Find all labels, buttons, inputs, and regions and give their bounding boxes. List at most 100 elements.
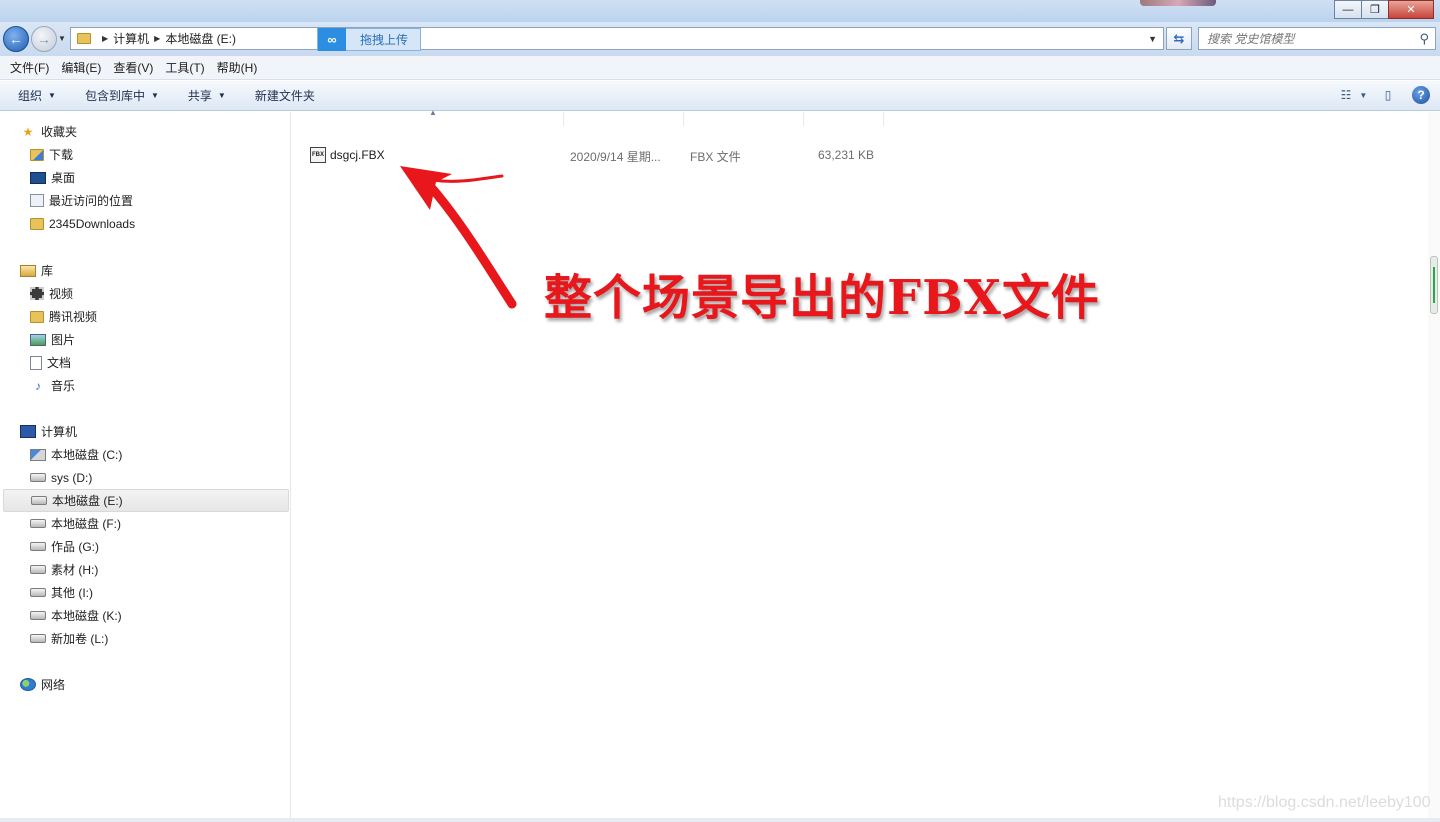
- column-divider[interactable]: [883, 112, 884, 126]
- annotation-text: 整个场景导出的FBX文件: [544, 270, 1100, 326]
- drive-icon: [30, 634, 46, 643]
- folder-icon: [30, 217, 44, 230]
- column-divider[interactable]: [803, 112, 804, 126]
- nav-item-label: 文档: [47, 356, 72, 370]
- menu-view[interactable]: 查看(V): [107, 59, 159, 76]
- column-divider[interactable]: [683, 112, 684, 126]
- nav-item-desktop[interactable]: 桌面: [0, 166, 291, 189]
- nav-item-drive-k[interactable]: 本地磁盘 (K:): [0, 604, 291, 627]
- address-bar[interactable]: ▶ 计算机 ▶ 本地磁盘 (E:) ∞ 拖拽上传 ▼: [70, 27, 1164, 51]
- nav-item-music[interactable]: ♪ 音乐: [0, 374, 291, 397]
- drive-icon: [30, 588, 46, 597]
- organize-button[interactable]: 组织 ▼: [0, 87, 67, 104]
- downloads-folder-icon: [30, 148, 44, 161]
- address-history-dropdown[interactable]: ▼: [1148, 34, 1157, 44]
- chevron-down-icon: ▼: [1359, 90, 1368, 100]
- nav-item-drive-f[interactable]: 本地磁盘 (F:): [0, 512, 291, 535]
- network-icon: [20, 678, 36, 691]
- address-row: ← → ▼ ▶ 计算机 ▶ 本地磁盘 (E:) ∞ 拖拽上传 ▼ ⇆ ⚲: [0, 22, 1440, 56]
- menu-file[interactable]: 文件(F): [4, 59, 55, 76]
- breadcrumb-chevron-icon[interactable]: ▶: [102, 34, 108, 43]
- nav-computer[interactable]: 计算机: [0, 420, 291, 443]
- chevron-down-icon: ▼: [48, 91, 56, 100]
- menu-tools[interactable]: 工具(T): [159, 59, 210, 76]
- drive-icon: [31, 496, 47, 505]
- share-button[interactable]: 共享 ▼: [170, 87, 237, 104]
- nav-item-downloads[interactable]: 下载: [0, 143, 291, 166]
- search-icon[interactable]: ⚲: [1419, 31, 1429, 47]
- nav-item-label: 其他 (I:): [51, 586, 93, 600]
- drive-icon: [30, 519, 46, 528]
- forward-button[interactable]: →: [31, 26, 57, 52]
- nav-item-drive-g[interactable]: 作品 (G:): [0, 535, 291, 558]
- nav-item-drive-c[interactable]: 本地磁盘 (C:): [0, 443, 291, 466]
- nav-item-drive-e[interactable]: 本地磁盘 (E:): [3, 489, 289, 512]
- organize-label: 组织: [18, 89, 43, 103]
- nav-item-drive-h[interactable]: 素材 (H:): [0, 558, 291, 581]
- chevron-down-icon: ▼: [217, 91, 226, 100]
- nav-favorites[interactable]: ★ 收藏夹: [0, 120, 291, 143]
- desktop-icon: [30, 171, 46, 184]
- nav-network[interactable]: 网络: [0, 673, 291, 696]
- nav-item-drive-d[interactable]: sys (D:): [0, 466, 291, 489]
- maximize-button[interactable]: ❐: [1361, 0, 1389, 19]
- breadcrumb-computer[interactable]: 计算机: [113, 30, 149, 47]
- nav-item-videos[interactable]: 视频: [0, 282, 291, 305]
- share-label: 共享: [187, 89, 212, 103]
- new-folder-button[interactable]: 新建文件夹: [237, 87, 326, 104]
- title-bar: — ❐ ✕: [0, 0, 1440, 22]
- file-type: FBX 文件: [690, 150, 741, 164]
- arrow-left-icon: ←: [9, 31, 23, 47]
- minimize-button[interactable]: —: [1334, 0, 1362, 19]
- back-button[interactable]: ←: [3, 26, 29, 52]
- nav-item-label: 本地磁盘 (K:): [51, 609, 122, 623]
- nav-item-label: 图片: [51, 333, 76, 347]
- scrollbar-thumb[interactable]: [1430, 256, 1438, 314]
- toolbar-right: ☷ ▼ ▯ ?: [1341, 86, 1430, 104]
- nav-libraries-label: 库: [41, 264, 54, 278]
- nav-item-tencent-video[interactable]: 腾讯视频: [0, 305, 291, 328]
- nav-item-2345downloads[interactable]: 2345Downloads: [0, 212, 291, 235]
- music-note-icon: ♪: [35, 378, 41, 393]
- nav-item-label: sys (D:): [51, 470, 93, 485]
- arrow-right-icon: →: [37, 31, 51, 47]
- vertical-scrollbar[interactable]: [1428, 112, 1440, 818]
- computer-icon: [20, 425, 36, 438]
- nav-item-label: 桌面: [51, 171, 76, 185]
- nav-item-label: 视频: [49, 287, 74, 301]
- file-name[interactable]: dsgcj.FBX: [330, 148, 385, 162]
- recent-pages-dropdown[interactable]: ▼: [58, 34, 66, 43]
- video-library-icon: [30, 287, 44, 300]
- nav-item-label: 下载: [49, 148, 74, 162]
- nav-item-label: 腾讯视频: [49, 310, 98, 324]
- nav-item-label: 音乐: [51, 379, 76, 393]
- nav-libraries[interactable]: 库: [0, 259, 291, 282]
- include-in-library-button[interactable]: 包含到库中 ▼: [67, 87, 170, 104]
- nav-item-drive-l[interactable]: 新加卷 (L:): [0, 627, 291, 650]
- recent-places-icon: [30, 194, 44, 207]
- title-bar-decoration: [1140, 0, 1216, 6]
- new-folder-label: 新建文件夹: [254, 89, 315, 103]
- help-icon[interactable]: ?: [1412, 86, 1430, 104]
- column-divider[interactable]: [563, 112, 564, 126]
- nav-item-drive-i[interactable]: 其他 (I:): [0, 581, 291, 604]
- close-button[interactable]: ✕: [1388, 0, 1434, 19]
- breadcrumb-chevron-icon[interactable]: ▶: [154, 34, 160, 43]
- drag-upload-button[interactable]: ∞ 拖拽上传: [317, 28, 421, 51]
- nav-item-pictures[interactable]: 图片: [0, 328, 291, 351]
- cloud-icon: ∞: [318, 28, 346, 51]
- search-input[interactable]: [1207, 31, 1407, 46]
- menu-edit[interactable]: 编辑(E): [55, 59, 107, 76]
- nav-item-recent-places[interactable]: 最近访问的位置: [0, 189, 291, 212]
- refresh-button[interactable]: ⇆: [1166, 27, 1192, 50]
- menu-help[interactable]: 帮助(H): [211, 59, 264, 76]
- nav-item-label: 本地磁盘 (E:): [52, 494, 123, 508]
- documents-library-icon: [30, 355, 42, 370]
- search-box[interactable]: ⚲: [1198, 27, 1436, 50]
- nav-item-label: 最近访问的位置: [49, 194, 134, 208]
- nav-item-documents[interactable]: 文档: [0, 351, 291, 374]
- breadcrumb-drive-e[interactable]: 本地磁盘 (E:): [165, 30, 236, 47]
- view-options-button[interactable]: ☷ ▼: [1341, 86, 1368, 104]
- drive-icon: [30, 565, 46, 574]
- preview-pane-button[interactable]: ▯: [1378, 86, 1398, 104]
